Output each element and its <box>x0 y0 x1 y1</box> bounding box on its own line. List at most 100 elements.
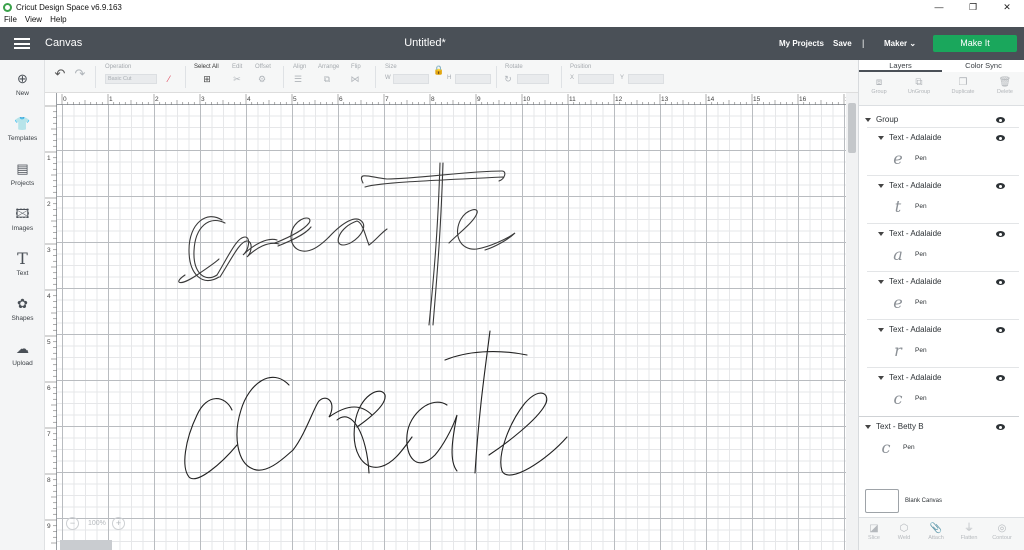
blank-canvas-row[interactable]: Blank Canvas <box>859 485 1024 517</box>
layer-group-row[interactable]: Group <box>859 112 1019 128</box>
letter-t-outline[interactable] <box>361 162 506 326</box>
letter-e-script[interactable] <box>353 390 413 468</box>
attach-button[interactable]: 📎 Attach <box>921 522 951 541</box>
delete-button[interactable]: 🗑 Delete <box>985 76 1024 95</box>
letter-a-outline[interactable] <box>328 218 388 246</box>
layer-item-betty-b[interactable]: Text - Betty B c Pen <box>859 416 1019 464</box>
save-button[interactable]: Save <box>833 39 852 48</box>
align-icon[interactable]: ☰ <box>291 73 305 85</box>
sidebar-item-text[interactable]: T Text <box>0 250 45 278</box>
size-height-input[interactable] <box>455 74 491 84</box>
contour-button[interactable]: ◎ Contour <box>987 522 1017 541</box>
arrange-label: Arrange <box>318 64 340 70</box>
letter-c-script[interactable] <box>184 398 238 480</box>
canvas-swatch[interactable] <box>865 489 899 513</box>
sidebar-item-templates[interactable]: 👕 Templates <box>0 115 45 142</box>
letter-r-stroke[interactable] <box>336 416 370 474</box>
caret-down-icon[interactable] <box>878 280 884 284</box>
caret-down-icon[interactable] <box>878 136 884 140</box>
close-icon[interactable]: ✕ <box>990 0 1024 15</box>
text-betty-b[interactable] <box>184 330 568 480</box>
position-y-input[interactable] <box>628 74 664 84</box>
caret-down-icon[interactable] <box>878 328 884 332</box>
edit-icon[interactable]: ✂ <box>230 73 244 85</box>
flatten-button[interactable]: ⏚ Flatten <box>954 522 984 541</box>
rotate-label: Rotate <box>505 64 523 70</box>
flip-icon[interactable]: ⋈ <box>348 73 362 85</box>
sidebar-item-images[interactable]: 🖾 Images <box>0 205 45 232</box>
make-it-button[interactable]: Make It <box>933 35 1017 52</box>
sidebar-item-upload[interactable]: ☁ Upload <box>0 340 45 367</box>
menu-view[interactable]: View <box>25 15 42 27</box>
select-all-icon[interactable]: ⊞ <box>200 73 214 85</box>
maximize-icon[interactable]: ❐ <box>956 0 990 15</box>
layer-item[interactable]: Text - Adalaide c Pen <box>867 367 1019 415</box>
letter-c-tail-outline[interactable] <box>178 258 220 284</box>
group-button[interactable]: ⧈ Group <box>859 76 899 95</box>
layer-item[interactable]: Text - Adalaide a Pen <box>867 223 1019 271</box>
letter-r-outline[interactable] <box>216 236 280 278</box>
letter-c2-script[interactable] <box>236 376 294 471</box>
position-x-input[interactable] <box>578 74 614 84</box>
sidebar-item-new[interactable]: ⊕ New <box>0 70 45 97</box>
eye-icon[interactable] <box>996 183 1005 189</box>
letter-a-script[interactable] <box>406 401 458 472</box>
layer-item[interactable]: Text - Adalaide r Pen <box>867 319 1019 367</box>
scrollbar-thumb[interactable] <box>848 103 856 153</box>
caret-down-icon[interactable] <box>878 184 884 188</box>
design-canvas[interactable] <box>57 105 846 550</box>
eye-icon[interactable] <box>996 135 1005 141</box>
tab-color-sync[interactable]: Color Sync <box>942 60 1024 72</box>
letter-t-script[interactable] <box>444 330 528 474</box>
eye-icon[interactable] <box>996 117 1005 123</box>
ruler-left-ticks: 1 2 3 4 5 6 7 8 9 <box>45 105 57 544</box>
eye-icon[interactable] <box>996 231 1005 237</box>
sidebar-item-projects[interactable]: ▤ Projects <box>0 160 45 187</box>
sidebar-item-shapes[interactable]: ✿ Shapes <box>0 295 45 322</box>
letter-e2-outline[interactable] <box>448 209 516 251</box>
machine-select[interactable]: Maker ⌄ <box>884 39 916 48</box>
sidebar-item-label: Images <box>11 225 34 232</box>
layer-item[interactable]: Text - Adalaide t Pen <box>867 175 1019 223</box>
weld-button[interactable]: ⬡ Weld <box>889 522 919 541</box>
caret-down-icon[interactable] <box>865 425 871 429</box>
ruler-label: 10 <box>523 96 531 103</box>
redo-icon[interactable]: ↷ <box>73 67 87 80</box>
size-width-input[interactable] <box>393 74 429 84</box>
slice-button[interactable]: ◪ Slice <box>859 522 889 541</box>
undo-icon[interactable]: ↶ <box>53 67 67 80</box>
minimize-icon[interactable]: — <box>922 0 956 15</box>
arrange-icon[interactable]: ⧉ <box>320 73 334 85</box>
lock-icon[interactable]: 🔒 <box>432 64 446 76</box>
menu-help[interactable]: Help <box>50 15 66 27</box>
ungroup-icon: ⧉ <box>915 77 923 88</box>
letter-e1-outline[interactable] <box>274 217 330 252</box>
layer-item[interactable]: Text - Adalaide e Pen <box>867 271 1019 319</box>
eye-icon[interactable] <box>996 424 1005 430</box>
my-projects-button[interactable]: My Projects <box>779 39 824 48</box>
letter-e2-script[interactable] <box>488 392 568 476</box>
operation-select[interactable]: Basic Cut <box>105 74 157 84</box>
canvas-horizontal-scrollbar[interactable] <box>60 540 112 550</box>
zoom-in-icon[interactable]: + <box>112 517 125 530</box>
rotate-input[interactable] <box>517 74 549 84</box>
canvas-vertical-scrollbar[interactable] <box>846 93 858 550</box>
eye-icon[interactable] <box>996 375 1005 381</box>
rotate-icon[interactable]: ↻ <box>501 73 515 85</box>
layer-type: Pen <box>915 251 927 258</box>
pen-color-icon[interactable]: ⁄ <box>162 73 176 85</box>
duplicate-button[interactable]: ❐ Duplicate <box>943 76 983 95</box>
caret-down-icon[interactable] <box>878 232 884 236</box>
text-adalaide-group[interactable] <box>178 162 516 326</box>
caret-down-icon[interactable] <box>878 376 884 380</box>
caret-down-icon[interactable] <box>865 118 871 122</box>
tab-layers[interactable]: Layers <box>859 60 942 72</box>
eye-icon[interactable] <box>996 327 1005 333</box>
eye-icon[interactable] <box>996 279 1005 285</box>
zoom-out-icon[interactable]: − <box>66 517 79 530</box>
ungroup-button[interactable]: ⧉ UnGroup <box>899 76 939 95</box>
canvas-artwork <box>178 162 568 480</box>
menu-file[interactable]: File <box>4 15 17 27</box>
layer-item[interactable]: Text - Adalaide e Pen <box>867 127 1019 175</box>
offset-icon[interactable]: ⚙ <box>255 73 269 85</box>
